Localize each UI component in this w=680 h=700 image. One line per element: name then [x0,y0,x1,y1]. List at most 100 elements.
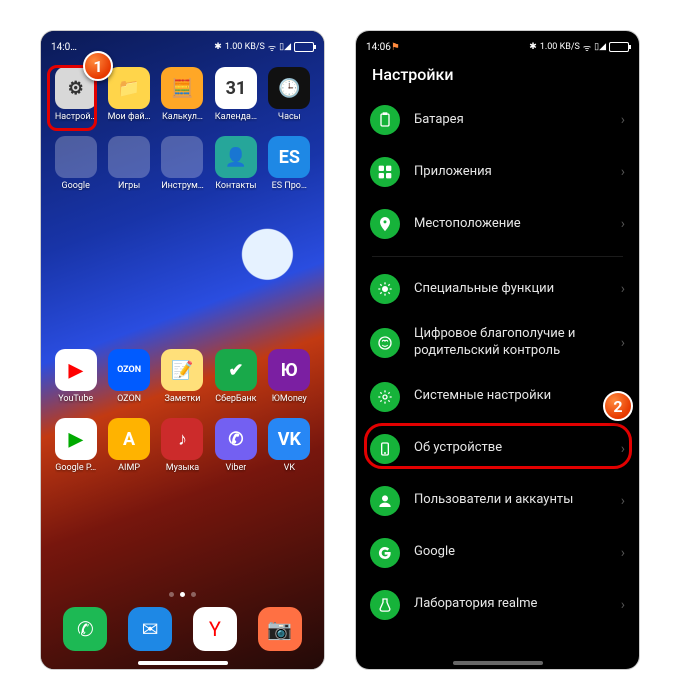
callout-2: 2 [603,391,633,421]
app-Игры[interactable]: Игры [104,136,153,191]
app-Мои фай…[interactable]: 📁 Мои фай… [104,67,153,122]
settings-item-special[interactable]: Специальные функции› [356,263,639,315]
phone-home: 14:0… ✱1.00 KB/Sᯤ▯◢ 1 ⚙Настрой…📁Мои фай…… [40,30,325,670]
app-icon: 31 [215,67,257,109]
app-icon: VK [268,418,310,460]
app-label: OZON [117,394,141,404]
page-title: Настройки [356,59,639,94]
settings-item-label: Специальные функции [414,281,621,298]
app-ЮMoney[interactable]: Ю ЮMoney [265,349,314,404]
settings-group-a: Батарея›Приложения›Местоположение› [356,94,639,250]
app-label: Калькул… [162,112,203,122]
settings-item-label: Батарея [414,112,621,129]
app-СберБанк[interactable]: ✔СберБанк [211,349,260,404]
status-time: 14:0… [51,42,77,53]
battery-icon [609,42,629,52]
app-Google P…[interactable]: ▶ Google P… [51,418,100,473]
dock-phone[interactable]: ✆ [63,607,107,651]
wellbeing-icon [370,328,400,358]
app-Часы[interactable]: 🕒 Часы [265,67,314,122]
phone-settings: 14:06 ⚑ ✱1.00 KB/Sᯤ▯◢ Настройки Батарея›… [355,30,640,670]
app-label: Инструм… [161,181,204,191]
app-Инструм…[interactable]: Инструм… [158,136,207,191]
chevron-right-icon: › [621,112,625,128]
apps-icon [370,157,400,187]
settings-item-label: Цифровое благополучие и родительский кон… [414,326,621,360]
app-icon: OZON [108,349,150,391]
app-Калькул…[interactable]: 🧮 Калькул… [158,67,207,122]
settings-item-apps[interactable]: Приложения› [356,146,639,198]
app-label: СберБанк [215,394,256,404]
battery-icon [370,105,400,135]
app-icon: Ю [268,349,310,391]
app-label: AIMP [118,463,140,473]
app-Календа…[interactable]: 31 Календа… [211,67,260,122]
chevron-right-icon: › [621,335,625,351]
app-AIMP[interactable]: AAIMP [104,418,153,473]
settings-item-battery[interactable]: Батарея› [356,94,639,146]
settings-item-users[interactable]: Пользователи и аккаунты› [356,475,639,527]
chevron-right-icon: › [621,493,625,509]
callout-1: 1 [83,51,113,81]
status-time: 14:06 [366,42,391,53]
app-label: Игры [118,181,140,191]
app-icon: 👤 [215,136,257,178]
app-Google[interactable]: Google [51,136,100,191]
dock-camera[interactable]: 📷 [258,607,302,651]
app-ES Про…[interactable]: ESES Про… [265,136,314,191]
app-icon: ▶ [55,418,97,460]
app-icon: 🕒 [268,67,310,109]
settings-item-google[interactable]: Google› [356,527,639,579]
status-bar: 14:0… ✱1.00 KB/Sᯤ▯◢ [41,31,324,59]
app-icon [108,136,150,178]
app-icon: ✆ [215,418,257,460]
settings-item-label: Лаборатория realme [414,596,621,613]
battery-icon [294,42,314,52]
settings-item-label: Местоположение [414,216,621,233]
app-Контакты[interactable]: 👤Контакты [211,136,260,191]
app-label: Google [61,181,89,191]
status-right: ✱1.00 KB/Sᯤ▯◢ [214,41,314,54]
system-icon [370,382,400,412]
app-VK[interactable]: VK VK [265,418,314,473]
dock-browser[interactable]: Y [193,607,237,651]
app-icon: ▶ [55,349,97,391]
settings-item-wellbeing[interactable]: Цифровое благополучие и родительский кон… [356,315,639,371]
chevron-right-icon: › [621,545,625,561]
app-label: YouTube [58,394,93,404]
app-icon: ♪ [161,418,203,460]
special-icon [370,274,400,304]
app-OZON[interactable]: OZON OZON [104,349,153,404]
app-label: VK [284,463,295,473]
app-label: ЮMoney [272,394,307,404]
settings-item-location[interactable]: Местоположение› [356,198,639,250]
settings-item-system[interactable]: Системные настройки› [356,371,639,423]
app-Музыка[interactable]: ♪Музыка [158,418,207,473]
settings-item-lab[interactable]: Лаборатория realme› [356,579,639,631]
chevron-right-icon: › [621,597,625,613]
dock: ✆ ✉ Y 📷 [41,607,324,651]
dock-messages[interactable]: ✉ [128,607,172,651]
app-label: Календа… [215,112,257,122]
app-icon: 📁 [108,67,150,109]
app-icon: 📝 [161,349,203,391]
app-label: Заметки [164,394,200,404]
chevron-right-icon: › [621,164,625,180]
nav-handle[interactable] [138,661,228,665]
app-Заметки[interactable]: 📝 Заметки [158,349,207,404]
app-label: Viber [225,463,246,473]
status-bar: 14:06 ⚑ ✱1.00 KB/Sᯤ▯◢ [356,31,639,59]
nav-handle[interactable] [453,661,543,665]
app-icon [161,136,203,178]
settings-item-label: Приложения [414,164,621,181]
settings-item-label: Google [414,544,621,561]
app-label: Мои фай… [108,112,151,122]
app-YouTube[interactable]: ▶ YouTube [51,349,100,404]
app-label: Google P… [55,463,96,473]
app-label: Часы [278,112,301,122]
app-label: ES Про… [272,181,307,191]
users-icon [370,486,400,516]
app-Viber[interactable]: ✆ Viber [211,418,260,473]
settings-item-label: Системные настройки [414,388,621,405]
app-icon: 🧮 [161,67,203,109]
